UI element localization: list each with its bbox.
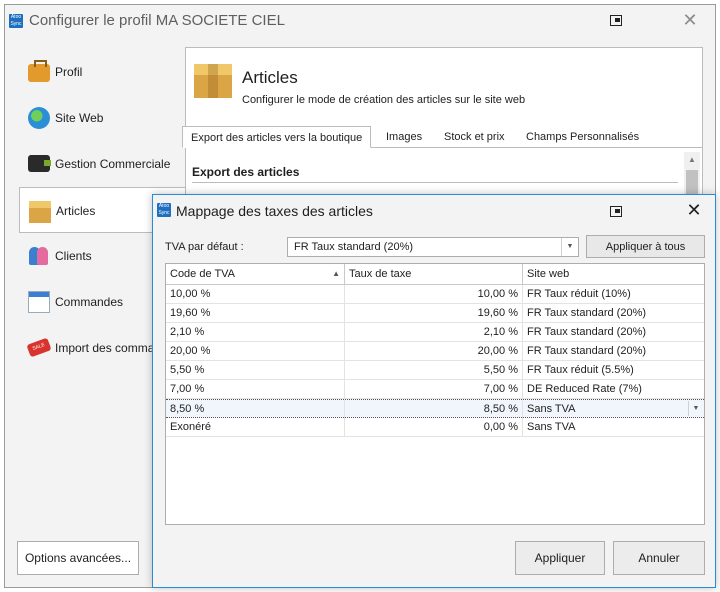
cell-site[interactable]: Sans TVA bbox=[523, 418, 704, 436]
cell-rate: 7,00 % bbox=[345, 380, 523, 398]
sidebar-item-profil[interactable]: Profil bbox=[19, 49, 187, 95]
cell-rate: 8,50 % bbox=[345, 400, 523, 418]
table-row[interactable]: 10,00 % 10,00 % FR Taux réduit (10%) bbox=[166, 285, 704, 304]
table-row[interactable]: Exonéré 0,00 % Sans TVA bbox=[166, 418, 704, 437]
cell-code: 5,50 % bbox=[166, 361, 345, 379]
column-header-code[interactable]: Code de TVA ▲ bbox=[166, 264, 345, 284]
users-icon bbox=[28, 245, 50, 267]
window-title: Configurer le profil MA SOCIETE CIEL bbox=[29, 12, 285, 29]
sidebar-item-label: Commandes bbox=[55, 295, 124, 309]
table-row-selected[interactable]: 8,50 % 8,50 % Sans TVA ▼ bbox=[166, 399, 704, 418]
table-row[interactable]: 5,50 % 5,50 % FR Taux réduit (5.5%) bbox=[166, 361, 704, 380]
apply-all-button[interactable]: Appliquer à tous bbox=[586, 235, 705, 258]
column-header-site[interactable]: Site web bbox=[523, 264, 704, 284]
cell-site[interactable]: FR Taux standard (20%) bbox=[523, 304, 704, 322]
sidebar-item-site-web[interactable]: Site Web bbox=[19, 95, 187, 141]
main-titlebar: Atoo Sync Configurer le profil MA SOCIET… bbox=[5, 5, 715, 35]
window-close-icon[interactable]: ✕ bbox=[681, 11, 699, 29]
cell-code: 10,00 % bbox=[166, 285, 345, 303]
cell-site[interactable]: FR Taux standard (20%) bbox=[523, 323, 704, 341]
cell-site-select[interactable]: Sans TVA bbox=[523, 400, 704, 418]
table-row[interactable]: 19,60 % 19,60 % FR Taux standard (20%) bbox=[166, 304, 704, 323]
sidebar-item-label: Site Web bbox=[55, 111, 104, 125]
panel-subtitle: Configurer le mode de création des artic… bbox=[242, 94, 526, 106]
column-header-label: Taux de taxe bbox=[349, 268, 412, 280]
box-icon bbox=[29, 201, 51, 223]
table-body: 10,00 % 10,00 % FR Taux réduit (10%) 19,… bbox=[166, 285, 704, 437]
table-row[interactable]: 2,10 % 2,10 % FR Taux standard (20%) bbox=[166, 323, 704, 342]
section-divider bbox=[192, 182, 678, 183]
panel-title: Articles bbox=[242, 68, 298, 87]
tab-export-articles[interactable]: Export des articles vers la boutique bbox=[182, 126, 372, 148]
cell-code: 2,10 % bbox=[166, 323, 345, 341]
sale-tag-icon: SALE bbox=[26, 337, 52, 358]
calendar-icon bbox=[28, 291, 50, 313]
table-row[interactable]: 20,00 % 20,00 % FR Taux standard (20%) bbox=[166, 342, 704, 361]
sidebar-item-gestion-commerciale[interactable]: Gestion Commerciale bbox=[19, 141, 187, 187]
app-logo-icon: Atoo Sync bbox=[157, 203, 171, 217]
section-title: Export des articles bbox=[192, 165, 300, 179]
column-header-label: Code de TVA bbox=[170, 268, 236, 280]
tab-images[interactable]: Images bbox=[378, 126, 430, 148]
advanced-options-button[interactable]: Options avancées... bbox=[17, 541, 139, 575]
app-logo-icon: Atoo Sync bbox=[9, 14, 23, 28]
tax-mapping-table: Code de TVA ▲ Taux de taxe Site web 10,0… bbox=[165, 263, 705, 525]
sidebar-item-label: Gestion Commerciale bbox=[55, 157, 171, 171]
cancel-button[interactable]: Annuler bbox=[613, 541, 705, 575]
cell-site[interactable]: FR Taux réduit (5.5%) bbox=[523, 361, 704, 379]
cell-site[interactable]: FR Taux standard (20%) bbox=[523, 342, 704, 360]
dialog-title: Mappage des taxes des articles bbox=[176, 203, 373, 219]
default-tva-label: TVA par défaut : bbox=[165, 241, 244, 253]
pin-icon[interactable] bbox=[609, 13, 623, 27]
default-tva-select[interactable]: FR Taux standard (20%) ▼ bbox=[287, 237, 579, 257]
cell-code: 8,50 % bbox=[166, 400, 345, 418]
chevron-down-icon[interactable]: ▼ bbox=[561, 238, 578, 256]
apply-button[interactable]: Appliquer bbox=[515, 541, 605, 575]
briefcase-icon bbox=[28, 60, 50, 82]
box-icon bbox=[194, 64, 232, 98]
cell-rate: 2,10 % bbox=[345, 323, 523, 341]
cell-rate: 10,00 % bbox=[345, 285, 523, 303]
tab-bar: Export des articles vers la boutique Ima… bbox=[182, 126, 702, 148]
cell-code: 19,60 % bbox=[166, 304, 345, 322]
table-header: Code de TVA ▲ Taux de taxe Site web bbox=[166, 264, 704, 285]
cell-rate: 20,00 % bbox=[345, 342, 523, 360]
cell-code: 7,00 % bbox=[166, 380, 345, 398]
sidebar-item-label: Articles bbox=[56, 204, 96, 218]
column-header-rate[interactable]: Taux de taxe bbox=[345, 264, 523, 284]
cell-code: 20,00 % bbox=[166, 342, 345, 360]
scroll-up-icon[interactable]: ▲ bbox=[684, 152, 700, 168]
cell-code: Exonéré bbox=[166, 418, 345, 436]
tax-mapping-dialog: Atoo Sync Mappage des taxes des articles… bbox=[152, 194, 716, 588]
cell-site[interactable]: FR Taux réduit (10%) bbox=[523, 285, 704, 303]
pin-icon[interactable] bbox=[609, 204, 623, 218]
globe-icon bbox=[28, 107, 50, 129]
sidebar-item-label: Profil bbox=[55, 65, 83, 79]
wallet-icon bbox=[28, 155, 51, 172]
tab-stock-prix[interactable]: Stock et prix bbox=[436, 126, 513, 148]
sidebar-item-label: Clients bbox=[55, 249, 92, 263]
cell-rate: 0,00 % bbox=[345, 418, 523, 436]
default-tva-value: FR Taux standard (20%) bbox=[294, 241, 414, 253]
cell-rate: 5,50 % bbox=[345, 361, 523, 379]
chevron-down-icon[interactable]: ▼ bbox=[688, 401, 703, 416]
dialog-close-icon[interactable]: ✕ bbox=[685, 201, 703, 219]
table-row[interactable]: 7,00 % 7,00 % DE Reduced Rate (7%) bbox=[166, 380, 704, 399]
sort-ascending-icon: ▲ bbox=[332, 269, 340, 278]
tab-champs-personnalises[interactable]: Champs Personnalisés bbox=[518, 126, 647, 148]
column-header-label: Site web bbox=[527, 268, 570, 280]
cell-rate: 19,60 % bbox=[345, 304, 523, 322]
cell-site[interactable]: DE Reduced Rate (7%) bbox=[523, 380, 704, 398]
